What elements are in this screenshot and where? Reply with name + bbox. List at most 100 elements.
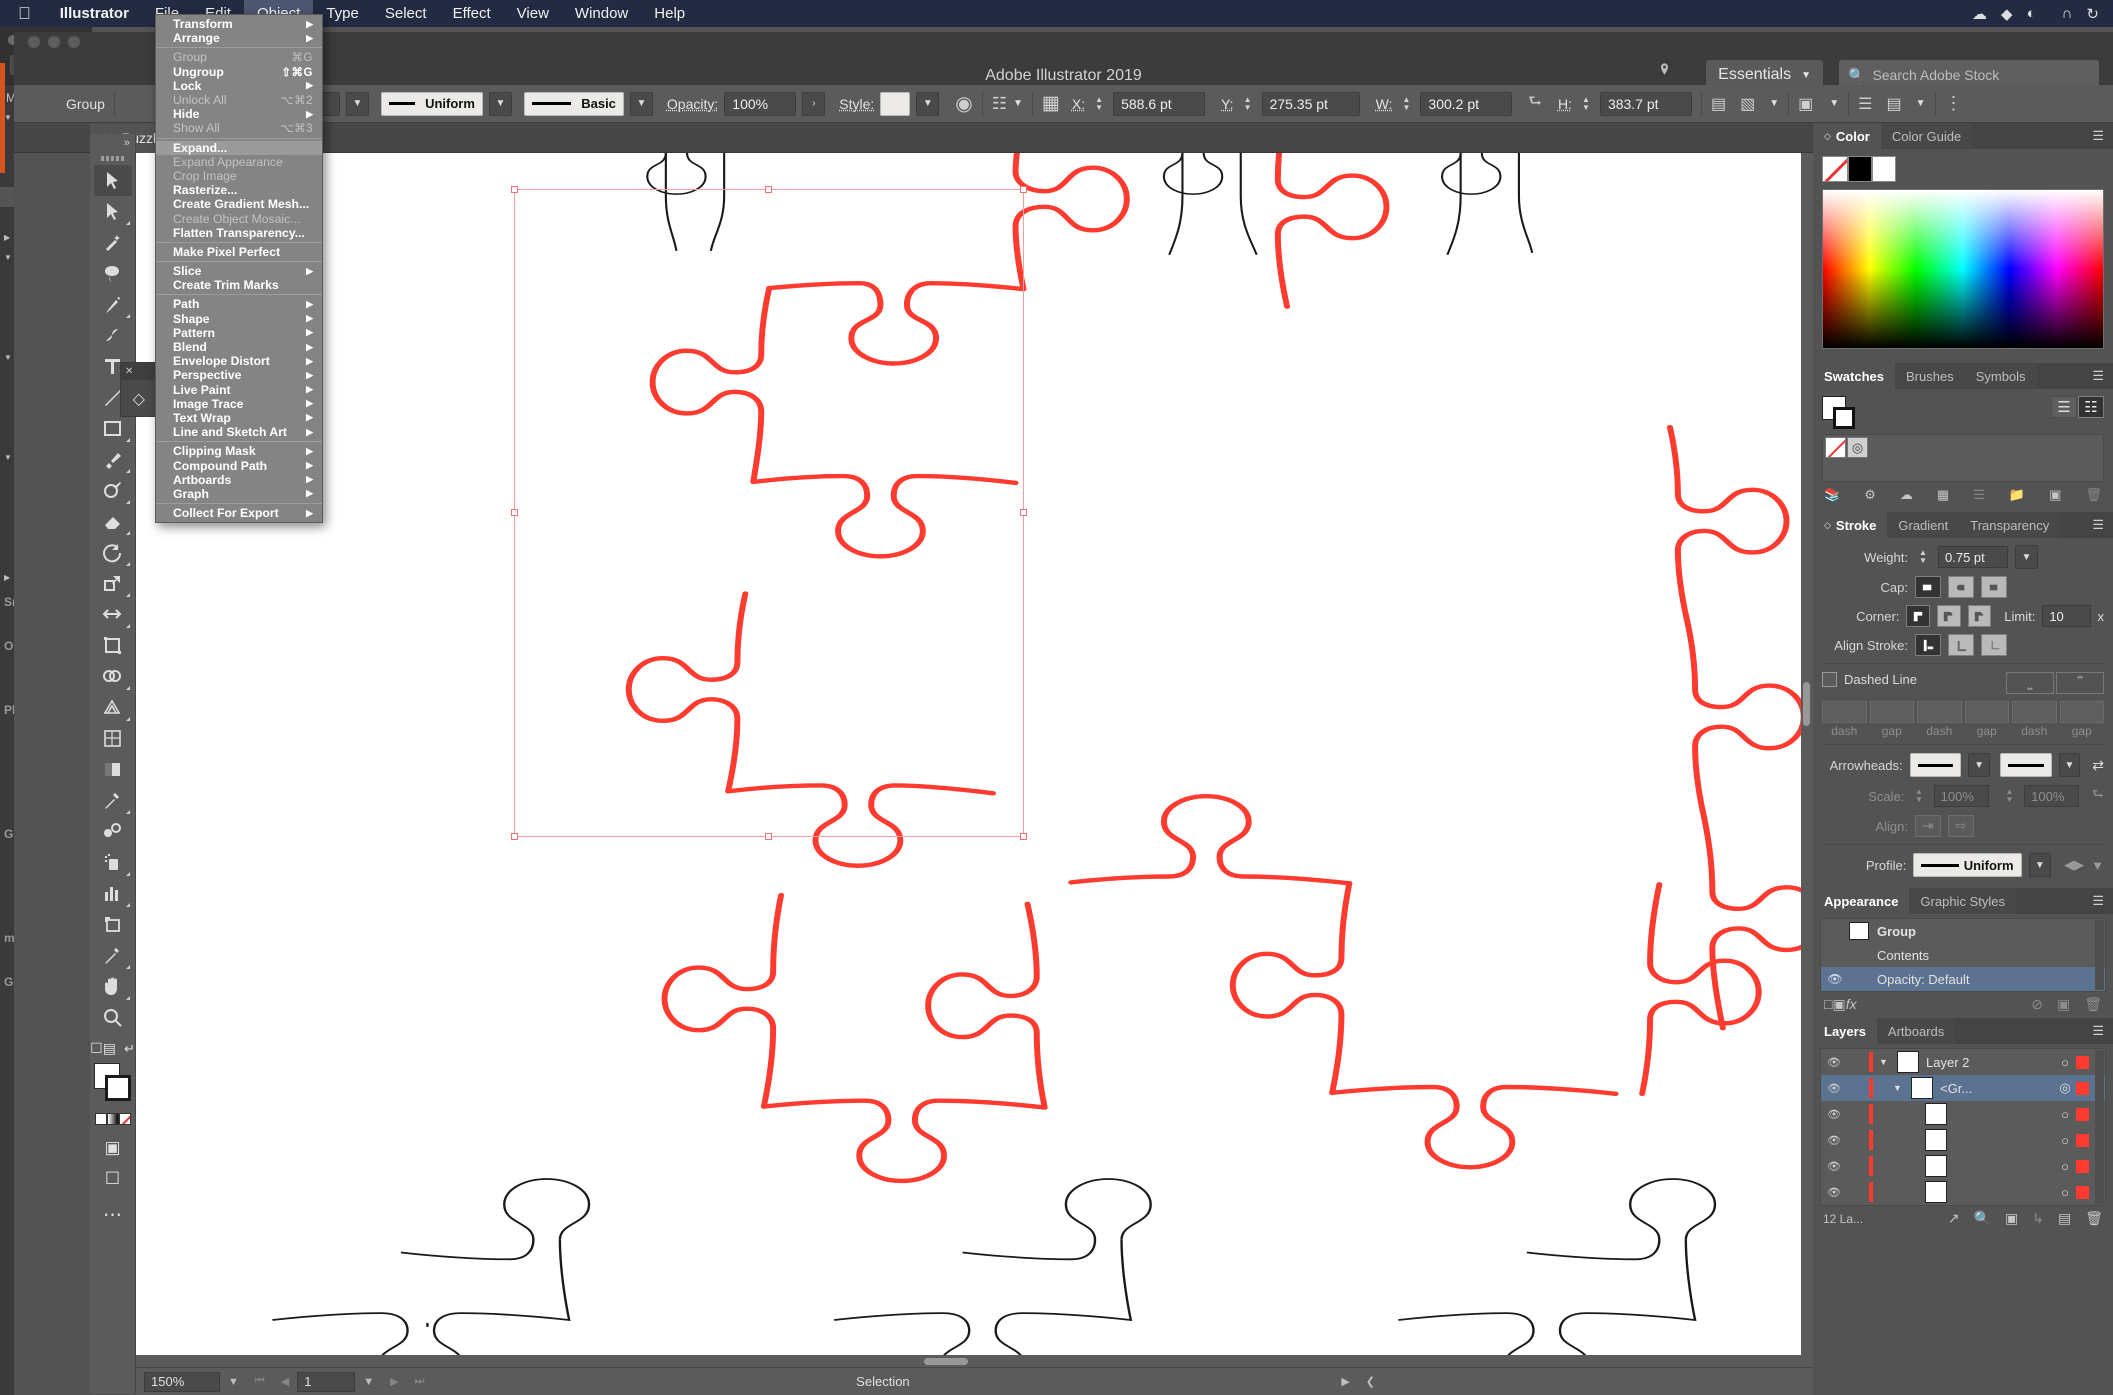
direct-selection-tool-icon[interactable] bbox=[94, 196, 132, 227]
disclosure-triangle-icon[interactable]: ▼ bbox=[4, 113, 12, 122]
layer-name[interactable]: Layer 2 bbox=[1926, 1055, 2054, 1070]
resize-icon[interactable]: ❮ bbox=[1358, 1375, 1383, 1388]
tab-swatches[interactable]: Swatches bbox=[1813, 363, 1895, 389]
symbol-sprayer-tool-icon[interactable] bbox=[94, 847, 132, 878]
projecting-cap-icon[interactable] bbox=[1981, 576, 2007, 598]
select-similar-icon[interactable]: ▧ bbox=[1740, 94, 1755, 114]
layers-panel[interactable]: Layers Artboards ☰ 👁 ▼ Layer 2 ○ 👁 ▼ <Gr... ◎ 👁 ○… bbox=[1813, 1018, 2113, 1227]
show-kinds-icon[interactable]: ▦ bbox=[1937, 487, 1949, 503]
chevron-down-icon[interactable]: ▼ bbox=[355, 1376, 382, 1388]
menu-effect[interactable]: Effect bbox=[440, 0, 504, 27]
none-swatch[interactable] bbox=[1822, 156, 1848, 182]
delete-selection-icon[interactable]: 🗑 bbox=[2085, 1210, 2103, 1227]
gradient-tool-icon[interactable] bbox=[94, 754, 132, 785]
window-controls[interactable] bbox=[28, 36, 80, 48]
time-machine-icon[interactable]: ↻ bbox=[2086, 5, 2099, 23]
align-icon[interactable]: ☰ bbox=[1858, 94, 1872, 114]
stroke-panel[interactable]: ◇ Stroke Gradient Transparency ☰ Weight: … bbox=[1813, 512, 2113, 886]
layer-row[interactable]: 👁 ○ bbox=[1821, 1101, 2105, 1127]
tab-color[interactable]: ◇ Color bbox=[1813, 123, 1881, 149]
stroke-weight-caret-icon[interactable]: ▼ bbox=[2015, 545, 2038, 569]
menu-illustrator[interactable]: Illustrator bbox=[47, 0, 142, 27]
magic-wand-tool-icon[interactable] bbox=[94, 227, 132, 258]
dash-preserve-icon[interactable]: ⎵ bbox=[2006, 672, 2054, 694]
visibility-eye-icon[interactable]: 👁 bbox=[1821, 948, 1849, 962]
align-center-stroke-icon[interactable] bbox=[1915, 634, 1941, 656]
menu-item-clipping-mask[interactable]: Clipping Mask ▶ bbox=[156, 444, 322, 458]
visibility-eye-icon[interactable]: 👁 bbox=[1821, 1186, 1847, 1199]
butt-cap-icon[interactable] bbox=[1915, 576, 1941, 598]
arrowhead-start-select[interactable] bbox=[1909, 753, 1962, 777]
scale-tool-icon[interactable] bbox=[94, 568, 132, 599]
stroke-color-indicator[interactable] bbox=[105, 1075, 131, 1101]
panel-menu-icon[interactable]: ☰ bbox=[2083, 512, 2113, 538]
tab-gradient[interactable]: Gradient bbox=[1887, 512, 1960, 538]
status-text[interactable]: Selection bbox=[433, 1374, 1334, 1389]
graphic-style-swatch[interactable] bbox=[880, 91, 911, 116]
menu-window[interactable]: Window bbox=[562, 0, 641, 27]
cloud-upload-icon[interactable]: ☁ bbox=[1972, 5, 1987, 23]
menu-item-hide[interactable]: Hide ▶ bbox=[156, 107, 322, 121]
perspective-grid-tool-icon[interactable] bbox=[94, 692, 132, 723]
layers-list[interactable]: 👁 ▼ Layer 2 ○ 👁 ▼ <Gr... ◎ 👁 ○ 👁 ○ 👁 ○ 👁 ○ bbox=[1820, 1048, 2106, 1206]
opacity-label[interactable]: Opacity: bbox=[667, 96, 718, 112]
opacity-options-icon[interactable]: › bbox=[802, 91, 826, 116]
brush-definition-select[interactable]: Basic bbox=[523, 91, 624, 116]
menu-item-arrange[interactable]: Arrange ▶ bbox=[156, 31, 322, 45]
tab-artboards[interactable]: Artboards bbox=[1876, 1018, 1956, 1044]
chevron-down-icon[interactable]: ▼ bbox=[1916, 98, 1926, 109]
tab-color-guide[interactable]: Color Guide bbox=[1880, 123, 1973, 149]
chevron-down-icon[interactable]: ▼ bbox=[1879, 1057, 1897, 1067]
color-icon[interactable] bbox=[94, 1113, 107, 1125]
zoom-level-field[interactable]: 150% bbox=[144, 1371, 220, 1392]
new-swatch-icon[interactable]: ▣ bbox=[2049, 487, 2061, 503]
add-to-library-icon[interactable]: ☁ bbox=[1900, 487, 1913, 503]
align-inside-stroke-icon[interactable] bbox=[1948, 634, 1974, 656]
layer-target-icon[interactable]: ○ bbox=[2054, 1159, 2076, 1174]
visibility-eye-icon[interactable]: 👁 bbox=[1821, 1160, 1847, 1173]
lasso-tool-icon[interactable] bbox=[94, 258, 132, 289]
layer-target-icon[interactable]: ○ bbox=[2054, 1185, 2076, 1200]
menu-item-envelope-distort[interactable]: Envelope Distort ▶ bbox=[156, 354, 322, 368]
color-spectrum[interactable] bbox=[1822, 189, 2104, 349]
brush-definition-caret-icon[interactable]: ▼ bbox=[629, 91, 653, 116]
vpn-icon[interactable]: ∩ bbox=[2062, 5, 2073, 22]
disclosure-triangle-icon[interactable]: ▶ bbox=[4, 573, 12, 582]
selection-tool-icon[interactable] bbox=[93, 165, 132, 196]
dash-field-5[interactable] bbox=[2059, 701, 2104, 723]
list-view-icon[interactable]: ☰ bbox=[2051, 396, 2077, 418]
menu-bar-status-icons[interactable]: ☁ ◆ ◐ ∩ ↻ bbox=[1972, 5, 2113, 23]
zoom-tool-icon[interactable] bbox=[94, 1002, 132, 1033]
pen-tool-icon[interactable] bbox=[94, 289, 132, 320]
menu-item-live-paint[interactable]: Live Paint ▶ bbox=[156, 383, 322, 397]
panel-menu-icon[interactable]: ☰ bbox=[2083, 123, 2113, 149]
clear-appearance-icon[interactable]: ⊘ bbox=[2031, 996, 2043, 1013]
w-stepper[interactable]: ▲ ▼ bbox=[1398, 92, 1414, 116]
shape-builder-tool-icon[interactable] bbox=[94, 661, 132, 692]
width-tool-icon[interactable] bbox=[94, 599, 132, 630]
duplicate-item-icon[interactable]: ▣ bbox=[2057, 996, 2070, 1013]
vertical-scrollbar[interactable] bbox=[1801, 153, 1813, 1355]
dash-field-0[interactable] bbox=[1822, 701, 1867, 723]
tab-appearance[interactable]: Appearance bbox=[1813, 888, 1910, 914]
layer-selection-square[interactable] bbox=[2076, 1185, 2089, 1199]
flip-across-icon[interactable]: ◀▶ bbox=[2064, 857, 2084, 873]
isolate-selected-icon[interactable]: ▤ bbox=[1711, 94, 1726, 114]
visibility-eye-icon[interactable]: 👁 bbox=[1821, 972, 1849, 986]
tab-symbols[interactable]: Symbols bbox=[1964, 363, 2037, 389]
document-tab-bar[interactable]: ✕ Puzzle.sv bbox=[14, 122, 2113, 153]
appearance-row[interactable]: 👁 Group bbox=[1821, 919, 2105, 943]
object-menu-dropdown[interactable]: Transform ▶ Arrange ▶ Group ⌘G Ungroup ⇧⌘G Lock ▶… bbox=[155, 14, 323, 524]
gradient-icon[interactable] bbox=[106, 1113, 119, 1125]
add-new-fill-icon[interactable]: ▣ bbox=[1832, 996, 1845, 1013]
reference-point-icon[interactable]: ▦ bbox=[1042, 92, 1060, 115]
appearance-panel[interactable]: Appearance Graphic Styles ☰ 👁 Group 👁 Conte… bbox=[1813, 888, 2113, 1013]
menu-item-create-gradient-mesh[interactable]: Create Gradient Mesh... bbox=[156, 197, 322, 211]
chevron-down-icon[interactable]: ▼ bbox=[1013, 98, 1023, 109]
layer-row[interactable]: 👁 ▼ Layer 2 ○ bbox=[1821, 1049, 2105, 1075]
default-fill-stroke-icon[interactable]: ☐▤ bbox=[90, 1040, 116, 1057]
swatch-libraries-icon[interactable]: 📚 bbox=[1824, 487, 1840, 503]
add-effect-icon[interactable]: fx bbox=[1846, 996, 1857, 1013]
panel-menu-icon[interactable]: ☰ bbox=[2083, 1018, 2113, 1044]
selection-bounding-box[interactable] bbox=[511, 186, 1027, 840]
